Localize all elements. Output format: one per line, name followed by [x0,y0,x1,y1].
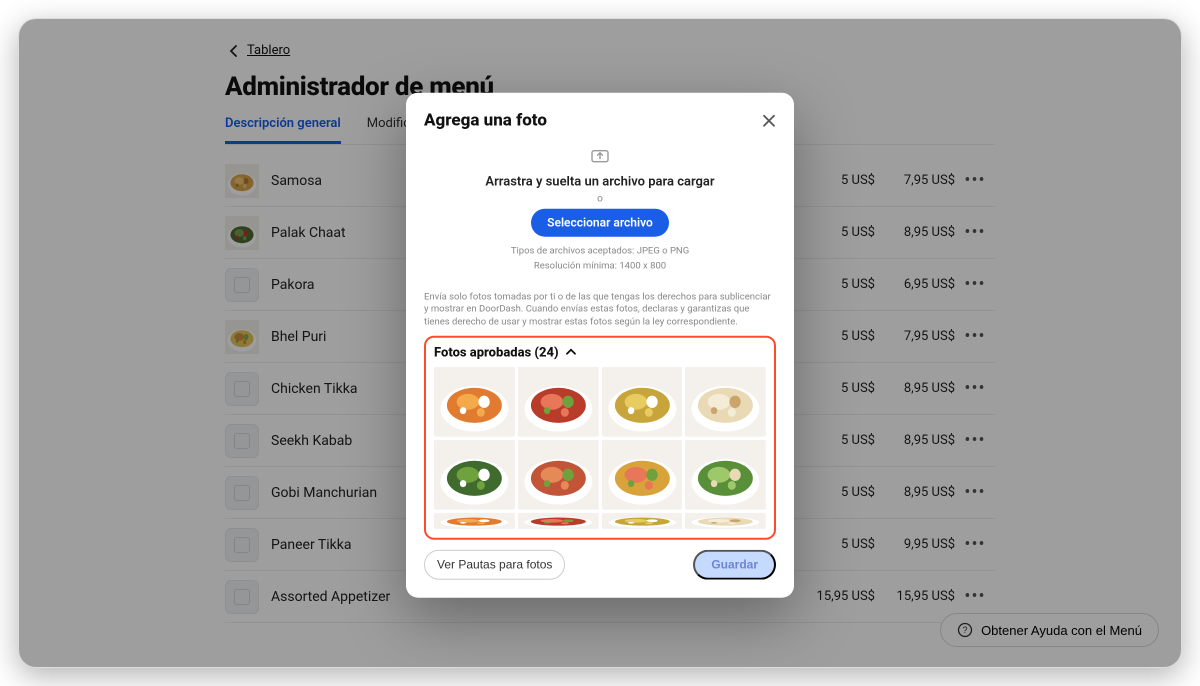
approved-photo-tile[interactable] [602,367,683,437]
approved-photo-tile[interactable] [685,367,766,437]
upload-icon [430,147,770,169]
approved-photo-tile[interactable] [602,513,683,529]
guidelines-button[interactable]: Ver Pautas para fotos [424,549,565,579]
min-resolution: Resolución mínima: 1400 x 800 [430,260,770,273]
approved-photos-toggle[interactable]: Fotos aprobadas (24) [434,346,766,361]
dropzone[interactable]: Arrastra y suelta un archivo para cargar… [424,137,776,280]
legal-text: Envía solo fotos tomadas por ti o de las… [424,291,776,329]
select-file-button[interactable]: Seleccionar archivo [531,209,669,237]
approved-photo-tile[interactable] [518,367,599,437]
approved-photo-grid [434,367,766,530]
approved-photo-tile[interactable] [518,513,599,529]
modal-title: Agrega una foto [424,111,547,131]
approved-photo-tile[interactable] [602,440,683,510]
approved-photo-tile[interactable] [434,513,515,529]
chevron-up-icon [565,346,577,361]
add-photo-modal: Agrega una foto Arrastra y suelta un arc… [406,93,794,598]
approved-photo-tile[interactable] [434,440,515,510]
approved-photo-tile[interactable] [685,513,766,529]
accepted-types: Tipos de archivos aceptados: JPEG o PNG [430,245,770,258]
approved-photos-label: Fotos aprobadas (24) [434,346,559,361]
approved-photo-tile[interactable] [434,367,515,437]
save-button[interactable]: Guardar [693,549,776,579]
or-text: o [430,194,770,205]
approved-photo-tile[interactable] [685,440,766,510]
approved-photos-section: Fotos aprobadas (24) [424,336,776,540]
close-icon[interactable] [762,114,776,128]
approved-photo-tile[interactable] [518,440,599,510]
drag-text: Arrastra y suelta un archivo para cargar [430,175,770,190]
